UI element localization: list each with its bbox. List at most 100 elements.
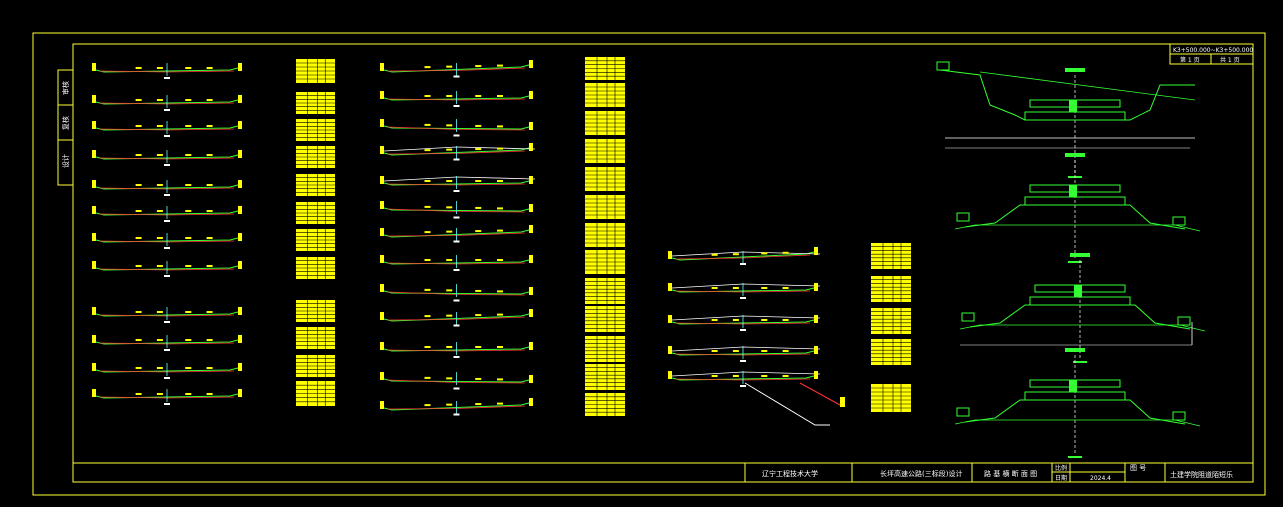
yellow-mark	[424, 66, 431, 69]
label-mark	[164, 403, 170, 405]
pole-right	[238, 307, 242, 315]
label-mark	[164, 194, 170, 196]
yellow-mark	[135, 99, 142, 101]
yellow-mark	[475, 346, 482, 348]
yellow-mark	[185, 184, 192, 186]
quantity-table	[296, 119, 335, 141]
yellow-mark	[497, 378, 503, 381]
pole-right	[238, 206, 242, 214]
pole-left	[380, 146, 384, 154]
label-mark	[164, 275, 170, 277]
yellow-mark	[156, 154, 163, 156]
yellow-mark	[711, 319, 718, 321]
pole-left	[92, 335, 96, 343]
pole-left	[380, 91, 384, 99]
yellow-mark	[475, 259, 482, 261]
yellow-mark	[475, 377, 482, 380]
quantity-table	[871, 276, 911, 302]
pole-right	[238, 335, 242, 343]
yellow-mark	[185, 67, 192, 69]
label-mark	[164, 377, 170, 379]
yellow-mark	[185, 154, 192, 156]
pole-left	[668, 315, 672, 323]
drawing-title-text: 路 基 横 断 面 图	[984, 469, 1037, 478]
pole-right	[814, 247, 818, 255]
yellow-mark	[135, 154, 142, 156]
yellow-mark	[446, 289, 453, 292]
pole-right	[238, 261, 242, 269]
yellow-mark	[185, 265, 192, 267]
yellow-mark	[497, 313, 503, 316]
date-value-text: 2024.4	[1090, 475, 1111, 482]
yellow-mark	[424, 123, 431, 126]
label-mark	[453, 134, 460, 137]
label-mark	[740, 385, 746, 387]
quantity-table	[296, 59, 335, 83]
yellow-mark	[156, 311, 163, 313]
pole-left	[92, 363, 96, 371]
pole-right	[529, 176, 533, 184]
pole-right	[238, 150, 242, 158]
yellow-mark	[782, 375, 789, 377]
cad-drawing-canvas[interactable]: 审核 复核 设计 K3+500.000~K3+500.000 第 1 页 共 1…	[0, 0, 1283, 507]
yellow-mark	[424, 376, 431, 379]
sheet-total-text: 共 1 页	[1220, 56, 1240, 64]
quantity-table	[585, 83, 625, 107]
quantity-table	[296, 257, 335, 279]
pole-left	[668, 251, 672, 259]
yellow-mark	[424, 404, 431, 407]
yellow-mark	[185, 125, 192, 127]
yellow-mark	[135, 210, 142, 212]
pole-left	[380, 372, 384, 380]
yellow-mark	[475, 65, 482, 68]
yellow-mark	[475, 230, 482, 233]
pole-right	[529, 225, 533, 233]
scale-label-text: 比例	[1055, 464, 1067, 472]
yellow-mark	[206, 210, 213, 212]
yellow-mark	[185, 339, 192, 341]
yellow-mark	[206, 311, 213, 313]
yellow-mark	[156, 184, 163, 186]
yellow-mark	[782, 287, 789, 289]
yellow-mark	[156, 99, 163, 101]
yellow-mark	[424, 346, 431, 348]
yellow-mark	[206, 237, 213, 239]
yellow-mark	[185, 210, 192, 212]
pole-left	[92, 63, 96, 71]
yellow-mark	[135, 339, 142, 341]
yellow-mark	[475, 95, 482, 97]
yellow-mark	[761, 319, 768, 321]
yellow-mark	[424, 95, 431, 97]
quantity-table	[585, 336, 625, 362]
pole-right	[529, 309, 533, 317]
pole-right	[529, 342, 533, 350]
pole-left	[380, 342, 384, 350]
yellow-mark	[185, 393, 192, 395]
label-mark	[740, 263, 746, 265]
yellow-mark	[446, 124, 453, 127]
yellow-mark	[156, 393, 163, 395]
yellow-mark	[475, 403, 482, 406]
yellow-mark	[206, 154, 213, 156]
yellow-mark	[497, 259, 503, 261]
label-mark	[164, 77, 170, 79]
label-mark	[453, 299, 460, 302]
yellow-mark	[782, 350, 789, 352]
quantity-table	[585, 195, 625, 219]
label-mark	[453, 269, 460, 271]
label-mark	[740, 360, 746, 362]
pole-right	[814, 315, 818, 323]
yellow-mark	[156, 125, 163, 127]
label-mark	[453, 324, 460, 327]
pole-tail	[840, 397, 845, 407]
yellow-mark	[446, 314, 453, 317]
author-text: 土建学院阻道陌短乐	[1170, 470, 1233, 479]
label-mark	[164, 247, 170, 249]
yellow-mark	[732, 375, 739, 377]
drawing-no-label-text: 图 号	[1130, 464, 1146, 472]
yellow-mark	[424, 180, 431, 182]
pole-right	[238, 233, 242, 241]
label-mark	[453, 356, 460, 358]
label-mark	[740, 329, 746, 331]
station-range-text: K3+500.000~K3+500.000	[1173, 47, 1253, 54]
